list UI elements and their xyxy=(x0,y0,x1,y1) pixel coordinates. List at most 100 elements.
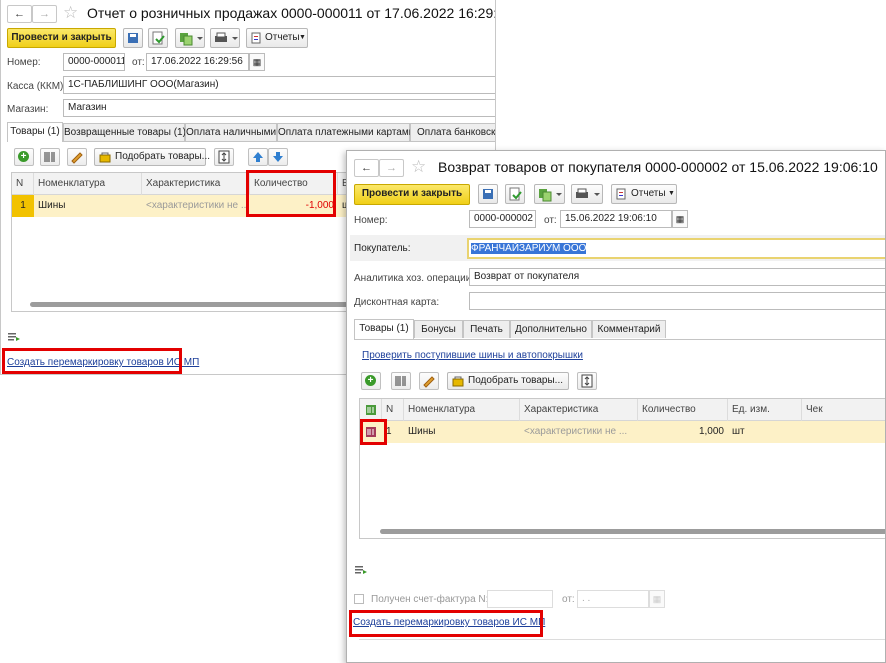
print-button[interactable] xyxy=(571,184,603,204)
back-arrow-icon[interactable]: ← xyxy=(354,159,379,177)
store-field[interactable]: Магазин xyxy=(63,99,495,117)
post-and-close-button[interactable]: Провести и закрыть xyxy=(354,184,470,205)
tab-additional[interactable]: Дополнительно xyxy=(510,320,592,338)
add-icon: + xyxy=(365,375,376,386)
customer-return-window: ← → ☆ Возврат товаров от покупателя 0000… xyxy=(346,150,886,663)
col-item[interactable]: Номенклатура xyxy=(34,173,142,195)
post-button[interactable] xyxy=(505,184,525,204)
printer-icon xyxy=(576,188,600,198)
horizontal-scrollbar[interactable] xyxy=(380,529,885,534)
col-unit[interactable]: Ед. изм. xyxy=(728,399,802,421)
row-characteristic[interactable]: <характеристики не ... xyxy=(142,195,250,217)
bottom-divider xyxy=(359,639,885,640)
reports-icon xyxy=(616,188,626,200)
calendar-icon[interactable]: ▦ xyxy=(649,590,665,608)
add-icon: + xyxy=(18,151,29,162)
number-field[interactable]: 0000-000002 xyxy=(469,210,536,228)
tab-card-payment[interactable]: Оплата платежными картами xyxy=(277,123,414,141)
tab-returned-goods[interactable]: Возвращенные товары (1) xyxy=(63,123,186,141)
tab-goods[interactable]: Товары (1) xyxy=(354,319,414,339)
arrow-up-icon xyxy=(253,152,263,162)
analytics-field[interactable]: Возврат от покупателя xyxy=(469,268,885,286)
post-button[interactable] xyxy=(148,28,168,48)
invoice-number-field[interactable] xyxy=(487,590,553,608)
create-based-on-button[interactable] xyxy=(534,184,565,204)
tab-cash-payment[interactable]: Оплата наличными xyxy=(185,123,277,141)
tab-bonuses[interactable]: Бонусы xyxy=(414,320,463,338)
edit-button[interactable] xyxy=(67,148,87,166)
date-label: от: xyxy=(544,215,557,226)
add-row-button[interactable]: + xyxy=(14,148,34,166)
quantity-highlight-box xyxy=(246,170,336,217)
discount-card-field[interactable] xyxy=(469,292,885,310)
tab-goods[interactable]: Товары (1) xyxy=(7,122,63,142)
calendar-icon[interactable]: ▦ xyxy=(672,210,688,228)
forward-arrow-icon[interactable]: → xyxy=(379,159,404,177)
barcode-button[interactable] xyxy=(40,148,60,166)
row-quantity[interactable]: 1,000 xyxy=(638,421,724,443)
edit-button[interactable] xyxy=(419,372,439,390)
col-characteristic[interactable]: Характеристика xyxy=(142,173,250,195)
pick-goods-button[interactable]: Подобрать товары... xyxy=(94,148,210,166)
col-n[interactable]: N xyxy=(382,399,404,421)
add-row-button[interactable]: + xyxy=(361,372,381,390)
kassa-field[interactable]: 1С-ПАБЛИШИНГ ООО(Магазин) xyxy=(63,76,495,94)
favorite-star-icon[interactable]: ☆ xyxy=(63,4,78,22)
cart-icon xyxy=(99,152,111,163)
move-down-button[interactable] xyxy=(268,148,288,166)
link-highlight-box xyxy=(2,348,182,374)
back-arrow-icon[interactable]: ← xyxy=(7,5,32,23)
row-characteristic[interactable]: <характеристики не ... xyxy=(520,421,638,443)
tab-comment[interactable]: Комментарий xyxy=(592,320,666,338)
goods-table: N Номенклатура Характеристика Количество… xyxy=(359,398,885,539)
row-unit[interactable]: шт xyxy=(728,421,802,443)
row-receipt[interactable] xyxy=(802,421,885,443)
date-field[interactable]: 17.06.2022 16:29:56 xyxy=(146,53,249,71)
col-marking[interactable] xyxy=(360,399,382,421)
post-and-close-button[interactable]: Провести и закрыть xyxy=(7,28,116,48)
row-item[interactable]: Шины xyxy=(34,195,142,217)
favorite-star-icon[interactable]: ☆ xyxy=(411,158,426,176)
create-based-icon xyxy=(539,189,562,202)
number-label: Номер: xyxy=(7,57,41,68)
print-button[interactable] xyxy=(210,28,240,48)
reports-button[interactable]: Отчеты ▼ xyxy=(246,28,308,48)
table-row[interactable]: 1 Шины <характеристики не ... 1,000 шт xyxy=(360,421,885,443)
calendar-icon[interactable]: ▦ xyxy=(249,53,265,71)
col-quantity[interactable]: Количество xyxy=(638,399,728,421)
col-n[interactable]: N xyxy=(12,173,34,195)
save-button[interactable] xyxy=(478,184,498,204)
col-receipt[interactable]: Чек xyxy=(802,399,885,421)
row-item[interactable]: Шины xyxy=(404,421,520,443)
create-based-on-button[interactable] xyxy=(175,28,205,48)
date-label: от: xyxy=(132,57,145,68)
edit-list-icon[interactable] xyxy=(7,331,21,343)
table-settings-button[interactable] xyxy=(214,148,234,166)
barcode-button[interactable] xyxy=(391,372,411,390)
table-settings-button[interactable] xyxy=(577,372,597,390)
forward-arrow-icon[interactable]: → xyxy=(32,5,57,23)
invoice-date-field[interactable]: . . xyxy=(577,590,649,608)
store-label: Магазин: xyxy=(7,104,49,115)
number-field[interactable]: 0000-000011 xyxy=(63,53,125,71)
sort-icon xyxy=(581,374,593,388)
pick-goods-button[interactable]: Подобрать товары... xyxy=(447,372,569,390)
buyer-field[interactable]: ФРАНЧАЙЗАРИУМ ООО xyxy=(467,238,885,259)
invoice-received-checkbox[interactable] xyxy=(354,594,364,604)
col-item[interactable]: Номенклатура xyxy=(404,399,520,421)
buyer-selected-text: ФРАНЧАЙЗАРИУМ ООО xyxy=(471,243,587,254)
save-button[interactable] xyxy=(123,28,143,48)
sort-icon xyxy=(218,150,230,164)
pencil-icon xyxy=(423,376,435,388)
tab-print[interactable]: Печать xyxy=(463,320,510,338)
date-field[interactable]: 15.06.2022 19:06:10 xyxy=(560,210,672,228)
floppy-disk-icon xyxy=(483,189,493,199)
col-characteristic[interactable]: Характеристика xyxy=(520,399,638,421)
check-tires-link[interactable]: Проверить поступившие шины и автопокрышк… xyxy=(362,350,583,361)
reports-button[interactable]: Отчеты ▼ xyxy=(611,184,677,204)
move-up-button[interactable] xyxy=(248,148,268,166)
reports-label: Отчеты xyxy=(265,32,300,43)
tab-bank-payment[interactable]: Оплата банковским xyxy=(410,123,495,141)
document-post-icon xyxy=(509,187,522,201)
edit-list-icon[interactable] xyxy=(354,564,368,576)
